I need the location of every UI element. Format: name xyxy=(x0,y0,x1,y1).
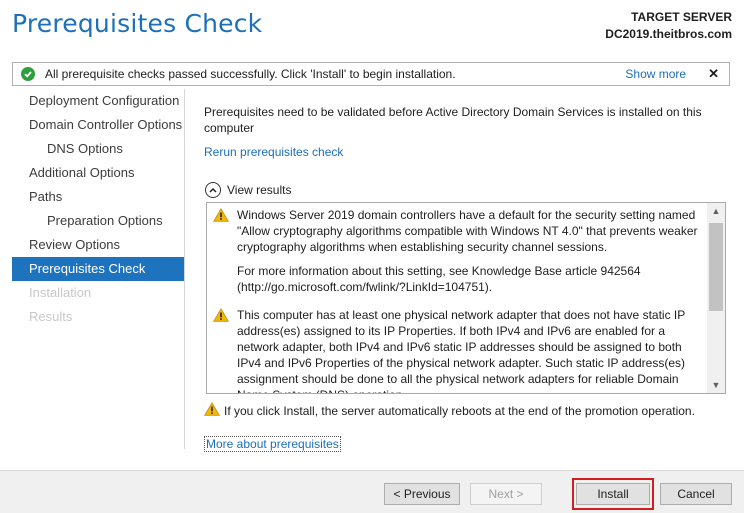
nav-item-dns-options[interactable]: DNS Options xyxy=(12,137,184,161)
warning-icon xyxy=(213,208,229,303)
nav-item-deployment-configuration[interactable]: Deployment Configuration xyxy=(12,89,184,113)
scroll-down-icon[interactable]: ▼ xyxy=(707,377,725,393)
warning-icon xyxy=(213,308,229,393)
more-about-prerequisites-link[interactable]: More about prerequisites xyxy=(204,436,341,452)
result-item: Windows Server 2019 domain controllers h… xyxy=(207,203,707,303)
cancel-button[interactable]: Cancel xyxy=(660,483,732,505)
nav-item-preparation-options[interactable]: Preparation Options xyxy=(12,209,184,233)
previous-button[interactable]: < Previous xyxy=(384,483,460,505)
status-notice-bar: All prerequisite checks passed successfu… xyxy=(12,62,730,86)
result-message: This computer has at least one physical … xyxy=(237,308,686,393)
page-title: Prerequisites Check xyxy=(12,9,263,38)
status-notice-text: All prerequisite checks passed successfu… xyxy=(45,67,456,81)
nav-item-domain-controller-options[interactable]: Domain Controller Options xyxy=(12,113,184,137)
show-more-link[interactable]: Show more xyxy=(625,67,686,81)
install-button[interactable]: Install xyxy=(576,483,650,505)
nav-item-paths[interactable]: Paths xyxy=(12,185,184,209)
nav-item-additional-options[interactable]: Additional Options xyxy=(12,161,184,185)
chevron-up-icon xyxy=(205,182,221,198)
target-server-label: TARGET SERVER xyxy=(631,10,732,24)
rerun-prerequisites-link[interactable]: Rerun prerequisites check xyxy=(204,145,343,159)
nav-divider xyxy=(184,89,185,449)
close-icon[interactable]: ✕ xyxy=(708,66,719,82)
target-server-info: TARGET SERVER DC2019.theitbros.com xyxy=(605,9,732,43)
reboot-warning-text: If you click Install, the server automat… xyxy=(224,403,695,418)
view-results-label: View results xyxy=(227,183,292,197)
result-item: This computer has at least one physical … xyxy=(207,303,707,393)
results-list: Windows Server 2019 domain controllers h… xyxy=(206,202,726,394)
nav-item-installation: Installation xyxy=(29,285,92,300)
wizard-navigation: Deployment Configuration Domain Controll… xyxy=(12,89,184,329)
nav-item-prerequisites-check[interactable]: Prerequisites Check xyxy=(12,257,184,281)
intro-text-block: Prerequisites need to be validated befor… xyxy=(204,104,724,136)
warning-icon xyxy=(204,402,220,419)
result-message: Windows Server 2019 domain controllers h… xyxy=(237,208,698,254)
scroll-up-icon[interactable]: ▲ xyxy=(707,203,725,219)
nav-item-results: Results xyxy=(29,309,73,324)
result-message-more-info: For more information about this setting,… xyxy=(237,264,641,294)
scrollbar-thumb[interactable] xyxy=(709,223,723,311)
target-server-name: DC2019.theitbros.com xyxy=(605,27,732,41)
reboot-warning: If you click Install, the server automat… xyxy=(204,402,695,419)
next-button: Next > xyxy=(470,483,542,505)
nav-item-review-options[interactable]: Review Options xyxy=(12,233,184,257)
intro-text: Prerequisites need to be validated befor… xyxy=(204,105,702,135)
results-scrollbar[interactable]: ▲ ▼ xyxy=(707,203,725,393)
success-check-icon xyxy=(21,67,35,81)
view-results-toggle[interactable]: View results xyxy=(205,182,291,198)
